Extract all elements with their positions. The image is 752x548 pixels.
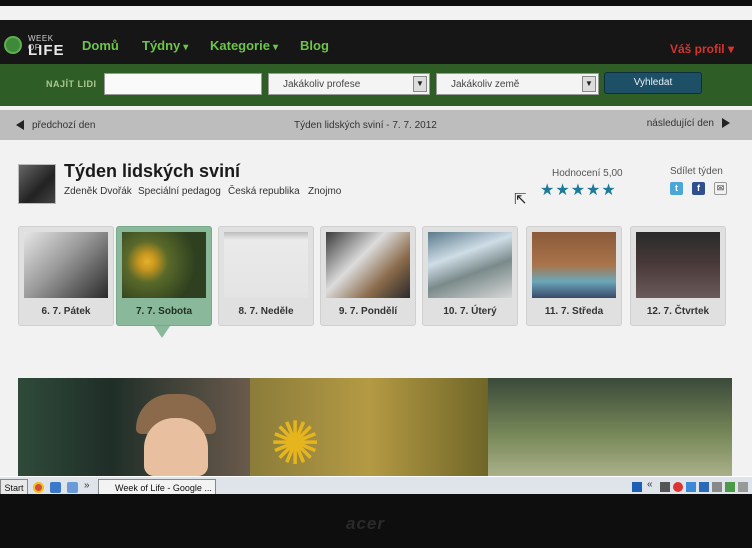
active-day-pointer (154, 326, 170, 338)
people-search-bar: NAJÍT LIDI Jakákoliv profese ▼ Jakákoliv… (0, 64, 752, 106)
taskbar-window-chrome[interactable]: Week of Life - Google ... (98, 479, 216, 494)
volume-icon[interactable] (712, 482, 722, 492)
top-navigation: WEEK OF LIFE Domů Týdny ▾ Kategorie ▾ Blog… (0, 20, 752, 67)
profession-select-value: Jakákoliv profese (283, 79, 361, 90)
next-day-link[interactable]: následující den (647, 118, 730, 129)
country-select[interactable]: Jakákoliv země ▼ (436, 73, 599, 95)
day-navigation: předchozí den Týden lidských sviní - 7. … (0, 110, 752, 140)
clock-icon[interactable] (738, 482, 748, 492)
profile-link[interactable]: Váš profil ▾ (670, 42, 734, 56)
gallery-photo-meadow[interactable] (488, 378, 732, 476)
day-card-label: 12. 7. Čtvrtek (646, 306, 710, 317)
day-card-sunday[interactable]: 8. 7. Neděle (218, 226, 314, 326)
battery-icon[interactable] (725, 482, 735, 492)
nav-item-weeks[interactable]: Týdny ▾ (142, 38, 188, 53)
bluetooth-icon[interactable] (686, 482, 696, 492)
windows-taskbar: Start » Week of Life - Google ... « (0, 476, 752, 494)
nav-item-label: Blog (300, 38, 329, 53)
twitter-icon[interactable]: t (670, 182, 683, 195)
taskbar-window-title: Week of Life - Google ... (115, 483, 212, 493)
author-name[interactable]: Zdeněk Dvořák (64, 186, 132, 197)
day-card-label: 10. 7. Úterý (443, 306, 497, 317)
chevron-down-icon: ▼ (413, 76, 427, 92)
nav-item-label: Kategorie (210, 38, 270, 53)
nav-item-label: Týdny (142, 38, 181, 53)
day-card-label: 8. 7. Neděle (238, 306, 294, 317)
monitor-brand-logo: acer (346, 514, 385, 533)
author-profession[interactable]: Speciální pedagog (138, 186, 221, 197)
desktop-icon[interactable] (50, 482, 61, 493)
browser-viewport: WEEK OF LIFE Domů Týdny ▾ Kategorie ▾ Blog… (0, 6, 752, 494)
tray-chevron-icon[interactable]: « (647, 479, 657, 490)
dropdown-arrow-icon: ▾ (272, 42, 278, 53)
search-label: NAJÍT LIDI (46, 79, 97, 89)
dropdown-arrow-icon: ▾ (727, 42, 734, 56)
chrome-icon[interactable] (33, 482, 44, 493)
rating-label: Hodnocení 5,00 (552, 168, 623, 179)
site-logo[interactable]: WEEK OF LIFE (4, 34, 68, 60)
search-input[interactable] (104, 73, 262, 95)
arrow-right-icon (722, 118, 730, 129)
previous-day-link[interactable]: předchozí den (16, 120, 95, 131)
profession-select[interactable]: Jakákoliv profese ▼ (268, 73, 430, 95)
nav-item-label: Domů (82, 38, 119, 53)
sunflower-shape: ✺ (270, 410, 321, 477)
day-card-label: 9. 7. Pondělí (338, 306, 398, 317)
chevron-down-icon: ▼ (582, 76, 596, 92)
day-card-label: 11. 7. Středa (544, 306, 604, 317)
current-day-title: Týden lidských sviní - 7. 7. 2012 (294, 120, 437, 131)
day-card-wednesday[interactable]: 11. 7. Středa (526, 226, 622, 326)
start-button[interactable]: Start (0, 479, 28, 494)
dropdown-arrow-icon: ▾ (183, 42, 189, 53)
email-icon[interactable]: ✉ (714, 182, 727, 195)
nav-item-home[interactable]: Domů (82, 38, 119, 53)
photo-face (144, 418, 208, 476)
previous-day-label: předchozí den (32, 120, 96, 131)
day-thumbnail (224, 232, 308, 298)
next-day-label: následující den (646, 118, 714, 129)
language-icon[interactable] (632, 482, 642, 492)
display-icon[interactable] (699, 482, 709, 492)
author-avatar[interactable] (18, 164, 56, 204)
day-card-label: 6. 7. Pátek (41, 306, 91, 317)
day-card-friday[interactable]: 6. 7. Pátek (18, 226, 114, 326)
day-thumbnail (636, 232, 720, 298)
profile-label: Váš profil (669, 42, 725, 56)
antivirus-icon[interactable] (673, 482, 683, 492)
logo-globe-icon (4, 36, 22, 54)
day-card-tuesday[interactable]: 10. 7. Úterý (422, 226, 518, 326)
mouse-cursor-icon: ⇱ (514, 191, 527, 208)
day-card-saturday[interactable]: 7. 7. Sobota (116, 226, 212, 326)
author-country[interactable]: Česká republika (228, 186, 300, 197)
network-icon[interactable] (660, 482, 670, 492)
day-card-thursday[interactable]: 12. 7. Čtvrtek (630, 226, 726, 326)
country-select-value: Jakákoliv země (451, 79, 520, 90)
nav-item-categories[interactable]: Kategorie ▾ (210, 38, 278, 53)
nav-item-blog[interactable]: Blog (300, 38, 329, 53)
day-thumbnail (428, 232, 512, 298)
day-card-monday[interactable]: 9. 7. Pondělí (320, 226, 416, 326)
week-title: Týden lidských sviní (64, 161, 241, 181)
day-thumbnail (122, 232, 206, 298)
gallery-photo-sunflower[interactable]: ✺ (250, 378, 488, 476)
day-card-label: 7. 7. Sobota (135, 306, 193, 317)
day-thumbnail (532, 232, 616, 298)
gallery-photo-child[interactable] (18, 378, 250, 476)
search-button[interactable]: Vyhledat (604, 72, 702, 94)
photo-gallery: ✺ (18, 378, 732, 476)
facebook-icon[interactable]: f (692, 182, 705, 195)
day-thumbnail (24, 232, 108, 298)
quicklaunch-icon[interactable] (67, 482, 78, 493)
logo-text-bottom: LIFE (28, 42, 65, 59)
overflow-chevron-icon[interactable]: » (84, 480, 90, 491)
author-city[interactable]: Znojmo (308, 186, 341, 197)
share-label: Sdílet týden (670, 166, 723, 177)
day-thumbnail (326, 232, 410, 298)
rating-stars[interactable]: ★★★★★ (540, 180, 617, 200)
arrow-left-icon (16, 120, 24, 131)
